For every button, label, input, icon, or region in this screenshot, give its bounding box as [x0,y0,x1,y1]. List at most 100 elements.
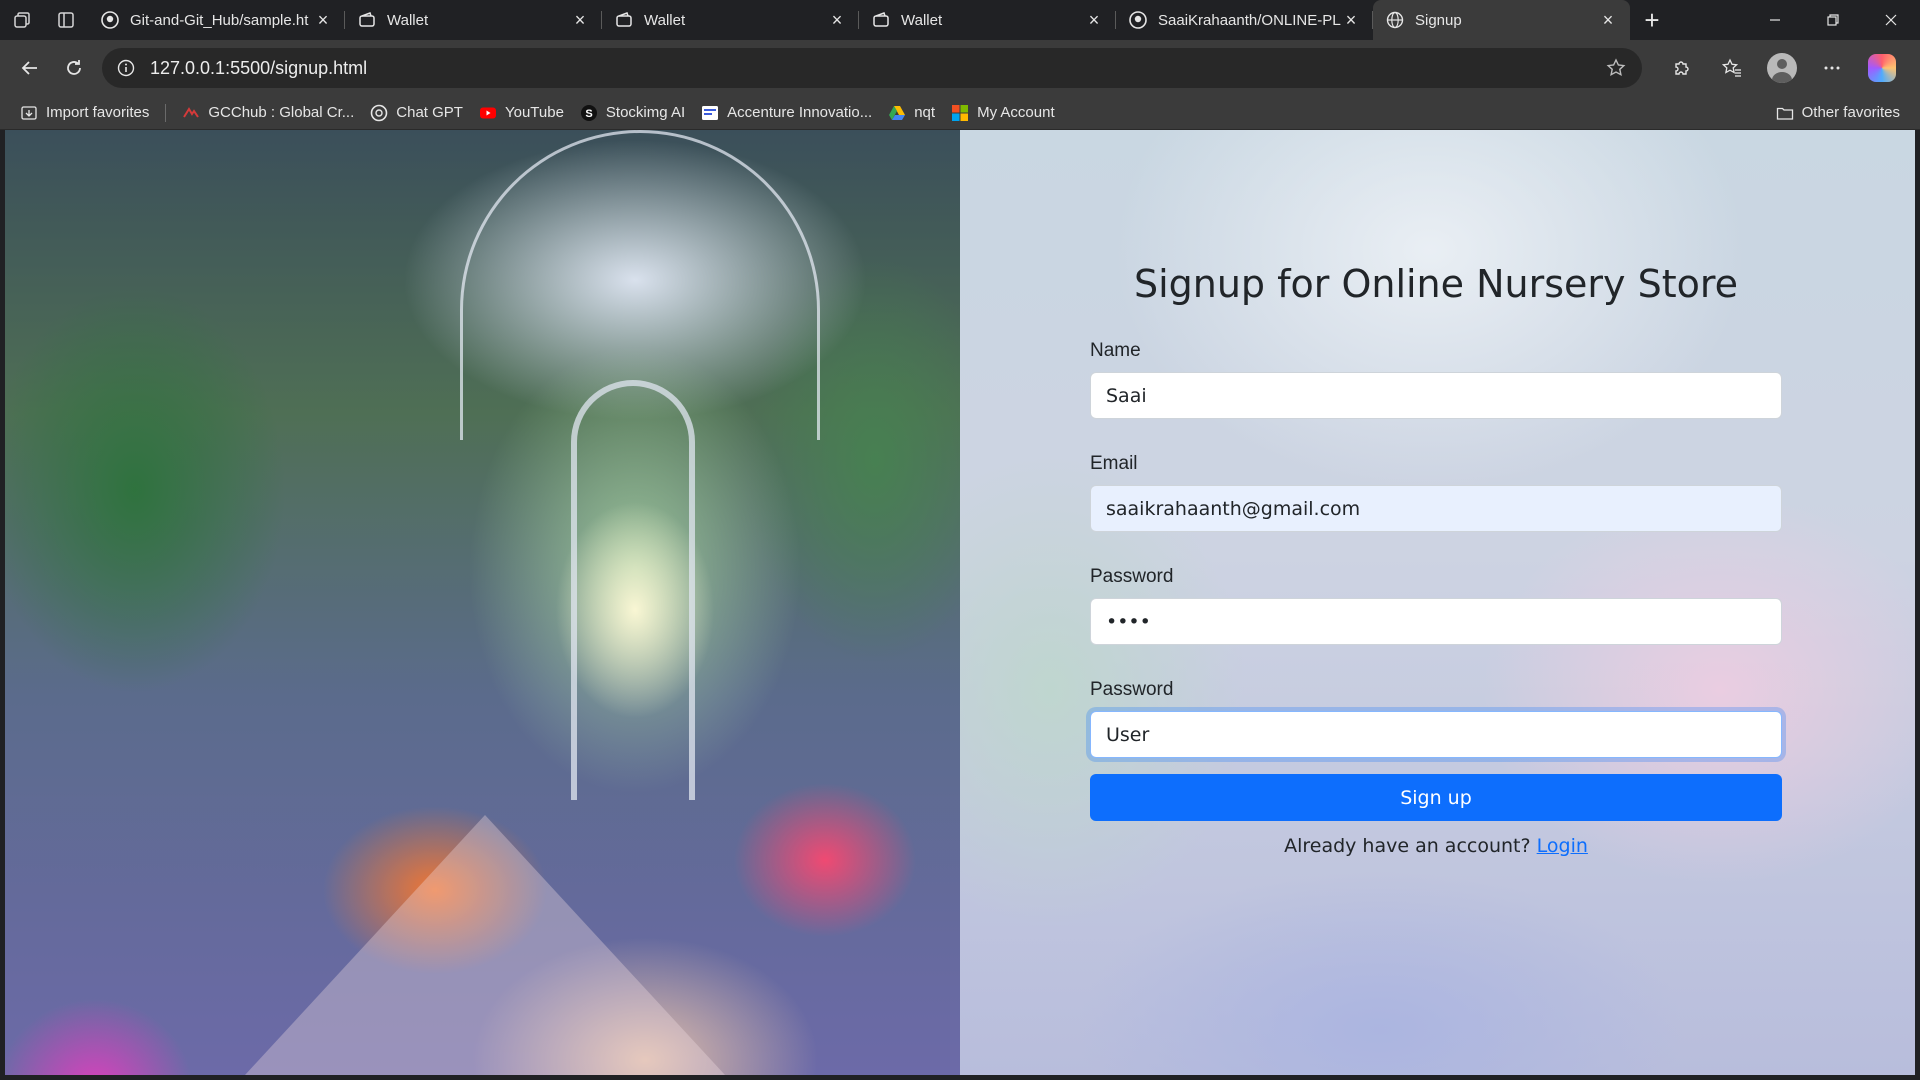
window-controls [1746,0,1920,40]
role-label: Password [1090,679,1174,700]
wallet-icon [614,10,634,30]
tab-strip: Git-and-Git_Hub/sample.ht × Wallet × Wal… [0,0,1920,40]
favorites-icon [1722,58,1741,77]
bookmark-label: Stockimg AI [605,104,686,121]
new-tab-button[interactable]: + [1630,0,1674,40]
minimize-button[interactable] [1746,0,1804,40]
drive-icon [888,104,906,122]
bookmark-my-account[interactable]: My Account [943,99,1063,127]
bookmark-label: Import favorites [46,104,150,121]
email-input[interactable] [1090,485,1782,532]
email-label: Email [1090,453,1138,474]
profile-button[interactable] [1760,48,1804,88]
wallet-icon [357,10,377,30]
stockimg-icon: S [580,104,598,122]
restore-button[interactable] [1804,0,1862,40]
garden-walkway [245,815,725,1075]
close-window-button[interactable] [1862,0,1920,40]
more-icon [1824,66,1840,70]
bookmark-import-favorites[interactable]: Import favorites [12,99,157,127]
tab-wallet[interactable]: Wallet × [345,0,602,40]
login-prompt: Already have an account? Login [1090,835,1782,857]
youtube-icon [479,104,497,122]
bookmark-stockimg[interactable]: S Stockimg AI [572,99,693,127]
signup-form: Signup for Online Nursery Store Name Ema… [1090,258,1782,857]
close-icon[interactable]: × [1084,10,1104,30]
close-icon[interactable]: × [1598,10,1618,30]
password-label: Password [1090,566,1174,587]
more-menu-button[interactable] [1810,48,1854,88]
bookmark-gcchub[interactable]: GCChub : Global Cr... [174,99,362,127]
bookmark-nqt[interactable]: nqt [880,99,943,127]
chatgpt-icon [370,104,388,122]
avatar [1767,53,1797,83]
page-viewport: Signup for Online Nursery Store Name Ema… [5,130,1915,1075]
browser-window: Git-and-Git_Hub/sample.ht × Wallet × Wal… [0,0,1920,1080]
tab-github-repo[interactable]: SaaiKrahaanth/ONLINE-PL/ × [1116,0,1373,40]
close-icon[interactable]: × [827,10,847,30]
bookmark-label: Other favorites [1801,104,1900,121]
puzzle-icon [1675,61,1689,75]
minimize-icon [1770,19,1780,21]
name-input[interactable] [1090,372,1782,419]
tab-signup[interactable]: Signup × [1373,0,1630,40]
back-arrow-icon [21,61,37,75]
signup-button[interactable]: Sign up [1090,774,1782,821]
vertical-tabs-button[interactable] [44,0,88,40]
favorites-button[interactable] [1710,48,1754,88]
bookmark-label: nqt [914,104,936,121]
bookmark-label: YouTube [504,104,564,121]
bookmark-accenture[interactable]: Accenture Innovatio... [693,99,880,127]
bookmark-divider [165,103,167,122]
copilot-button[interactable] [1860,48,1904,88]
tab-title: Git-and-Git_Hub/sample.ht [130,11,309,29]
tab-wallet[interactable]: Wallet × [859,0,1116,40]
star-icon[interactable] [1602,54,1630,82]
gcc-icon [182,104,200,122]
reload-icon [67,60,81,75]
login-link[interactable]: Login [1537,835,1588,857]
github-icon [1128,10,1148,30]
tab-title: Wallet [901,11,943,29]
bookmark-chatgpt[interactable]: Chat GPT [362,99,471,127]
bookmark-youtube[interactable]: YouTube [471,99,572,127]
bookmarks-bar: Import favorites GCChub : Global Cr... C… [0,96,1920,130]
tab-title: SaaiKrahaanth/ONLINE-PL/ [1158,11,1341,29]
extensions-button[interactable] [1660,48,1704,88]
url-text[interactable]: 127.0.0.1:5500/signup.html [150,58,1602,79]
folder-icon [1776,104,1794,122]
globe-icon [1385,10,1405,30]
bookmark-other-favorites[interactable]: Other favorites [1768,99,1908,127]
microsoft-icon [951,104,969,122]
reload-button[interactable] [52,48,96,88]
tab-title: Signup [1415,11,1462,29]
address-bar[interactable]: 127.0.0.1:5500/signup.html [102,48,1642,88]
role-input[interactable] [1090,711,1782,758]
bookmark-label: Chat GPT [396,104,463,121]
tab-github-sample[interactable]: Git-and-Git_Hub/sample.ht × [88,0,345,40]
workspaces-button[interactable] [0,0,44,40]
bookmark-label: My Account [977,104,1055,121]
accenture-icon [701,104,719,122]
close-icon[interactable]: × [1341,10,1361,30]
name-label: Name [1090,340,1141,361]
signup-panel: Signup for Online Nursery Store Name Ema… [960,130,1915,1075]
info-icon[interactable] [114,56,138,80]
copilot-icon [1868,54,1896,82]
tab-title: Wallet [387,11,429,29]
tab-actions-icon [58,12,74,28]
toolbar-actions [1660,48,1904,88]
wallet-icon [871,10,891,30]
password-input[interactable] [1090,598,1782,645]
import-icon [20,104,38,122]
close-icon[interactable]: × [313,10,333,30]
close-icon[interactable]: × [570,10,590,30]
toolbar: 127.0.0.1:5500/signup.html [0,40,1920,96]
github-icon [100,10,120,30]
tab-wallet[interactable]: Wallet × [602,0,859,40]
svg-text:S: S [585,108,592,120]
workspaces-icon [14,12,30,28]
plus-icon: + [1644,4,1660,35]
greenhouse-hero-image [5,130,960,1075]
back-button[interactable] [8,48,52,88]
